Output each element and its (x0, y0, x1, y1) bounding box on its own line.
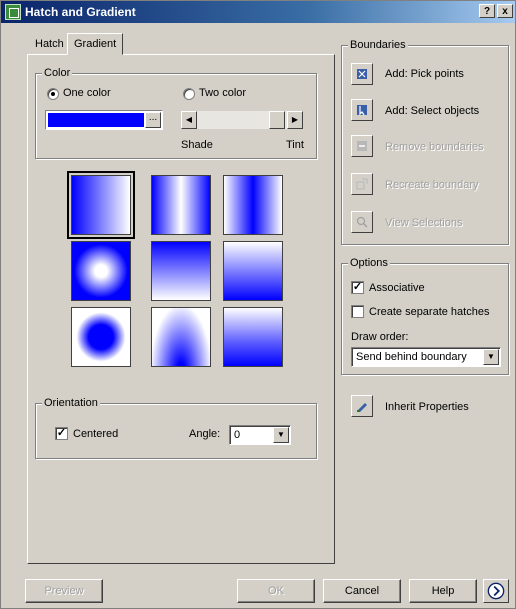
preview-button[interactable]: Preview (25, 579, 103, 603)
select-objects-button[interactable] (351, 99, 373, 121)
slider-thumb[interactable] (269, 111, 285, 129)
tab-hatch[interactable]: Hatch (29, 34, 70, 56)
draw-order-select[interactable]: Send behind boundary ▼ (351, 347, 501, 367)
one-color-radio[interactable] (47, 88, 59, 100)
gradient-tile-hemispherical[interactable] (151, 241, 211, 301)
tab-gradient[interactable]: Gradient (67, 33, 124, 55)
hatch-gradient-dialog: Hatch and Gradient ? x Hatch Gradient Co… (0, 0, 516, 609)
color-picker-button[interactable]: ... (145, 112, 161, 128)
shade-tint-slider[interactable]: ◀ ▶ (181, 111, 303, 129)
remove-boundaries-label[interactable]: Remove boundaries (385, 141, 483, 153)
tab-gradient-label: Gradient (74, 38, 117, 50)
inherit-properties-button[interactable] (351, 395, 373, 417)
color-swatch[interactable]: ... (45, 110, 163, 130)
close-button[interactable]: x (497, 4, 513, 18)
draw-order-dropdown-arrow-icon[interactable]: ▼ (483, 349, 499, 365)
angle-dropdown-arrow-icon[interactable]: ▼ (273, 427, 289, 443)
boundaries-group-label: Boundaries (348, 39, 408, 51)
gradient-tile-curved[interactable] (223, 241, 283, 301)
slider-right-arrow-icon[interactable]: ▶ (287, 111, 303, 129)
gradient-tile-spherical[interactable] (71, 241, 131, 301)
angle-label: Angle: (189, 428, 221, 440)
view-selections-label[interactable]: View Selections (385, 217, 462, 229)
color-swatch-fill (48, 113, 144, 127)
gradient-tile-linear[interactable] (67, 171, 135, 239)
gradient-tile-invhemispherical[interactable] (151, 307, 211, 367)
draw-order-label: Draw order: (351, 331, 409, 343)
ok-button[interactable]: OK (237, 579, 315, 603)
tab-hatch-label: Hatch (35, 38, 64, 50)
orientation-group-label: Orientation (42, 397, 100, 409)
angle-value: 0 (234, 429, 241, 441)
two-color-label: Two color (199, 87, 247, 99)
separate-hatches-checkbox[interactable] (351, 305, 364, 318)
two-color-radio[interactable] (183, 88, 195, 100)
color-group-label: Color (42, 67, 73, 79)
one-color-label: One color (63, 87, 111, 99)
help-button[interactable]: Help (409, 579, 477, 603)
inherit-properties-label[interactable]: Inherit Properties (385, 401, 469, 413)
remove-boundaries-icon (357, 141, 367, 151)
remove-boundaries-button[interactable] (351, 135, 373, 157)
select-objects-label[interactable]: Add: Select objects (385, 105, 479, 117)
recreate-boundary-label[interactable]: Recreate boundary (385, 179, 479, 191)
hatch-app-icon (5, 4, 21, 20)
angle-select[interactable]: 0 ▼ (229, 425, 291, 445)
pick-points-icon (357, 69, 367, 79)
inherit-properties-icon (357, 403, 367, 412)
more-options-button[interactable] (483, 579, 509, 603)
recreate-boundary-icon (356, 178, 368, 190)
title-bar[interactable]: Hatch and Gradient ? x (1, 1, 515, 23)
view-selections-icon (356, 216, 368, 228)
select-objects-icon (357, 105, 367, 116)
shade-label: Shade (181, 139, 213, 151)
cancel-button[interactable]: Cancel (323, 579, 401, 603)
options-group-label: Options (348, 257, 390, 269)
slider-left-arrow-icon[interactable]: ◀ (181, 111, 197, 129)
separate-hatches-label: Create separate hatches (369, 306, 490, 318)
associative-label: Associative (369, 282, 425, 294)
gradient-tile-invspherical[interactable] (71, 307, 131, 367)
pick-points-button[interactable] (351, 63, 373, 85)
gradient-tile-invcylinder[interactable] (223, 175, 283, 235)
expand-arrow-icon (487, 582, 505, 600)
help-question-button[interactable]: ? (479, 4, 495, 18)
view-selections-button[interactable] (351, 211, 373, 233)
recreate-boundary-button[interactable] (351, 173, 373, 195)
centered-label: Centered (73, 428, 119, 440)
associative-checkbox[interactable]: ✓ (351, 281, 364, 294)
window-title: Hatch and Gradient (25, 5, 136, 19)
tint-label: Tint (286, 139, 304, 151)
gradient-tile-cylinder[interactable] (151, 175, 211, 235)
gradient-tile-invcurved[interactable] (223, 307, 283, 367)
draw-order-value: Send behind boundary (356, 351, 467, 363)
pick-points-label[interactable]: Add: Pick points (385, 68, 464, 80)
centered-checkbox[interactable]: ✓ (55, 427, 68, 440)
